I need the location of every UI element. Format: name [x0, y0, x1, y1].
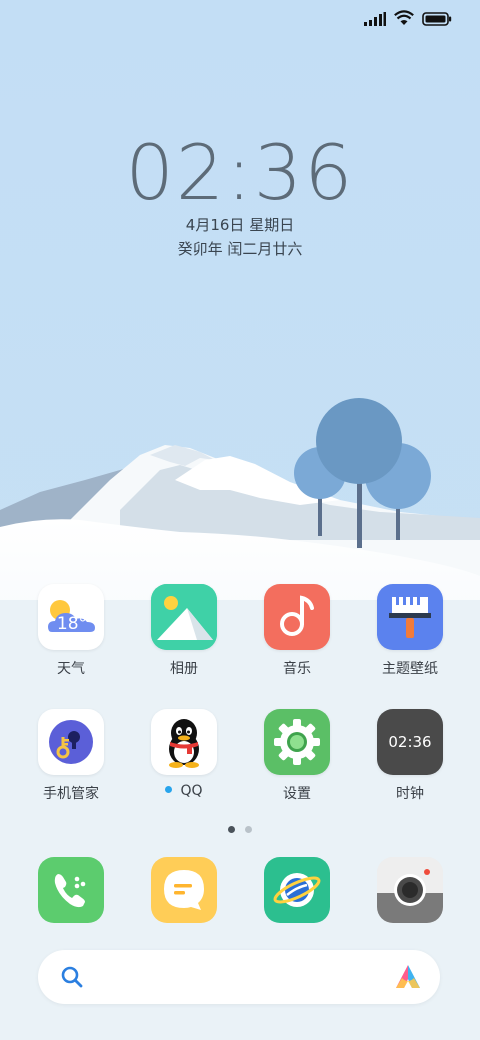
app-music[interactable]: 音乐 — [247, 584, 347, 678]
clock-icon-time: 02:36 — [388, 733, 432, 751]
wifi-icon — [394, 10, 414, 30]
clock-widget-time[interactable]: 02:36 — [0, 128, 480, 217]
search-icon[interactable] — [60, 965, 84, 993]
status-bar — [364, 8, 452, 32]
camera-icon — [377, 857, 443, 923]
clock-icon: 02:36 — [377, 709, 443, 775]
search-bar[interactable] — [38, 950, 440, 1004]
music-icon — [264, 584, 330, 650]
app-label: 主题壁纸 — [382, 661, 438, 677]
weather-icon: 18° — [38, 584, 104, 650]
app-label: 音乐 — [283, 661, 311, 677]
themes-icon — [377, 584, 443, 650]
app-security[interactable]: 手机管家 — [21, 709, 121, 803]
clock-widget-date: 4月16日 星期日 — [185, 216, 295, 234]
security-icon — [38, 709, 104, 775]
qq-icon — [151, 709, 217, 775]
signal-bars-icon — [364, 11, 386, 30]
app-label: 时钟 — [396, 786, 424, 802]
app-label: 设置 — [283, 786, 311, 802]
app-gallery[interactable]: 相册 — [134, 584, 234, 678]
settings-icon — [264, 709, 330, 775]
app-label: 天气 — [57, 661, 85, 677]
app-label: QQ — [134, 783, 234, 799]
dock-phone[interactable] — [38, 857, 104, 923]
page-dot-1[interactable] — [228, 826, 235, 833]
assistant-icon[interactable] — [394, 964, 422, 994]
battery-full-icon — [422, 11, 452, 30]
dock-messages[interactable] — [151, 857, 217, 923]
dock-camera[interactable] — [377, 857, 443, 923]
app-weather[interactable]: 18° 天气 — [21, 584, 121, 678]
app-clock[interactable]: 02:36 时钟 — [360, 709, 460, 803]
page-dot-2[interactable] — [245, 826, 252, 833]
app-settings[interactable]: 设置 — [247, 709, 347, 803]
page-indicator[interactable] — [0, 826, 480, 833]
clock-widget-lunar-date: 癸卯年 闰二月廿六 — [177, 240, 303, 258]
messages-icon — [164, 870, 204, 910]
weather-temp: 18° — [57, 614, 87, 634]
app-label-text: QQ — [180, 783, 203, 799]
app-themes[interactable]: 主题壁纸 — [360, 584, 460, 678]
app-label: 相册 — [170, 661, 198, 677]
new-notification-dot — [165, 785, 173, 793]
gallery-icon — [151, 584, 217, 650]
app-label: 手机管家 — [43, 786, 99, 802]
app-qq[interactable]: QQ — [134, 709, 234, 799]
dock-browser[interactable] — [264, 857, 330, 923]
phone-icon — [54, 874, 86, 908]
browser-icon — [273, 873, 321, 907]
